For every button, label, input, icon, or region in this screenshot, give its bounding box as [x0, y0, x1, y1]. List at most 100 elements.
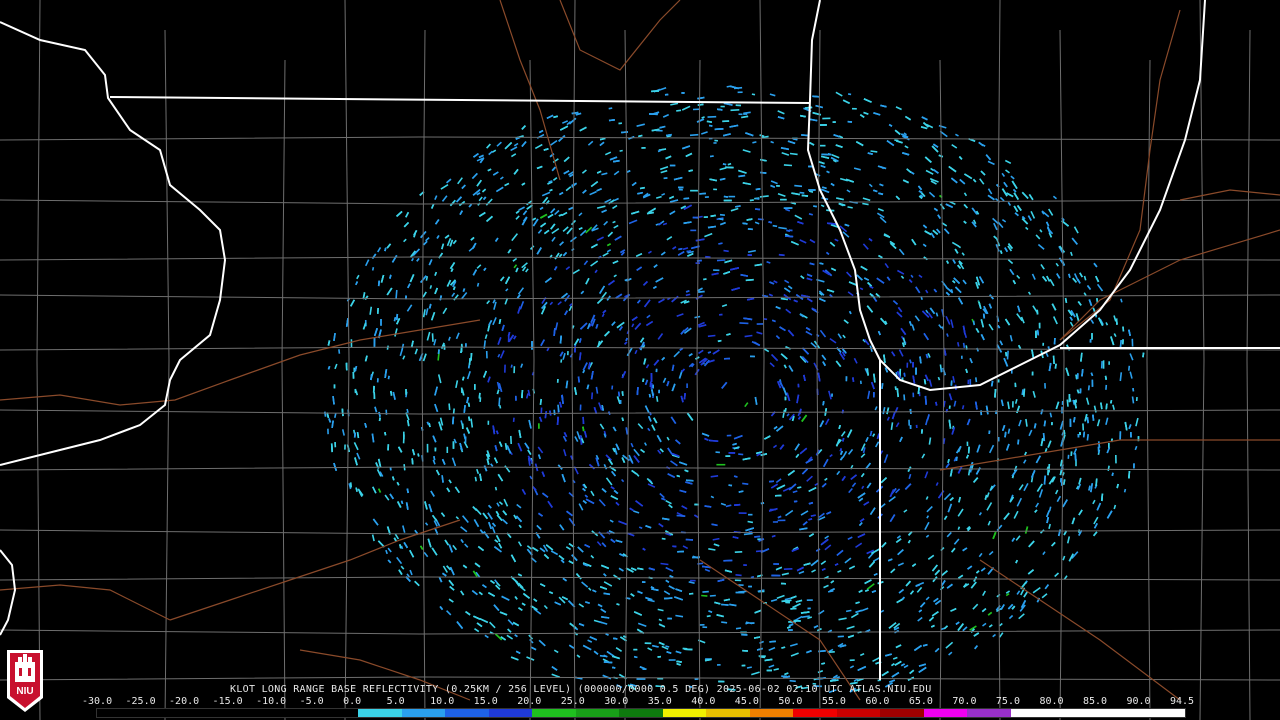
radar-echo	[571, 111, 579, 115]
radar-echo	[612, 159, 620, 163]
radar-echo	[1043, 475, 1046, 485]
radar-echo	[639, 186, 645, 190]
radar-echo	[735, 205, 741, 208]
radar-echo	[439, 295, 443, 301]
radar-echo	[676, 474, 681, 478]
radar-echo	[683, 197, 690, 200]
radar-echo	[822, 400, 825, 406]
radar-echo	[1110, 400, 1113, 404]
radar-echo	[718, 242, 723, 245]
radar-echo	[468, 358, 471, 365]
radar-echo	[621, 417, 624, 422]
radar-echo	[617, 391, 621, 397]
radar-echo	[801, 134, 808, 137]
radar-echo	[870, 150, 878, 153]
radar-echo	[1004, 431, 1007, 438]
radar-echo	[801, 194, 809, 197]
radar-echo	[999, 250, 1003, 254]
radar-echo	[942, 438, 946, 445]
radar-echo	[716, 259, 726, 262]
radar-echo	[437, 349, 440, 355]
radar-echo	[785, 235, 794, 238]
radar-echo	[452, 408, 455, 414]
radar-echo	[638, 134, 643, 138]
radar-echo	[1105, 403, 1108, 410]
radar-echo	[946, 333, 949, 337]
radar-echo	[591, 392, 594, 400]
radar-echo	[721, 621, 728, 624]
radar-echo	[764, 658, 773, 662]
radar-echo	[619, 149, 623, 152]
radar-echo	[962, 342, 966, 349]
radar-echo	[378, 417, 381, 422]
radar-echo	[616, 603, 620, 606]
radar-echo	[753, 636, 761, 639]
radar-echo	[556, 416, 559, 425]
radar-echo	[739, 322, 749, 325]
radar-echo	[548, 180, 553, 183]
radar-echo	[797, 486, 802, 489]
radar-echo	[384, 247, 387, 252]
radar-echo	[1073, 416, 1076, 423]
radar-echo	[738, 453, 744, 456]
radar-echo	[710, 439, 719, 442]
radar-echo	[478, 392, 481, 399]
radar-echo	[1042, 433, 1046, 442]
radar-echo	[819, 262, 824, 265]
radar-echo	[707, 351, 712, 354]
radar-echo	[794, 184, 803, 188]
radar-echo	[660, 562, 669, 566]
radar-echo	[1006, 350, 1009, 360]
radar-echo	[1075, 399, 1078, 403]
radar-echo	[685, 293, 691, 297]
radar-echo	[751, 93, 756, 96]
radar-echo	[1128, 471, 1131, 479]
radar-echo	[1082, 431, 1086, 438]
radar-echo	[982, 313, 986, 319]
radar-echo	[1100, 402, 1103, 410]
radar-echo	[957, 342, 960, 347]
radar-echo	[919, 356, 922, 364]
radar-echo	[909, 359, 912, 364]
radar-echo	[743, 111, 751, 115]
radar-echo	[353, 432, 356, 438]
radar-echo	[789, 679, 796, 683]
radar-echo	[1059, 470, 1063, 476]
radar-echo	[441, 475, 444, 483]
radar-echo	[903, 394, 906, 401]
radar-echo	[1081, 369, 1084, 377]
radar-echo	[467, 364, 471, 369]
radar-echo	[1075, 374, 1078, 380]
radar-echo	[608, 119, 615, 122]
radar-echo	[940, 368, 943, 373]
radar-echo	[744, 334, 753, 338]
radar-echo	[395, 289, 398, 299]
radar-echo	[1088, 485, 1091, 491]
radar-echo	[599, 654, 608, 658]
radar-echo	[334, 413, 337, 418]
radar-echo	[1074, 453, 1077, 462]
radar-echo	[698, 290, 705, 293]
radar-echo	[1033, 423, 1037, 429]
radar-echo	[961, 405, 965, 410]
radar-echo	[330, 443, 333, 453]
radar-echo	[676, 109, 682, 112]
radar-echo	[1080, 352, 1083, 362]
radar-echo	[810, 514, 816, 517]
radar-echo	[792, 137, 798, 141]
radar-echo	[808, 190, 814, 193]
radar-echo	[750, 575, 755, 579]
radar-echo	[498, 319, 502, 324]
radar-echo	[847, 93, 852, 96]
radar-echo	[1022, 392, 1025, 396]
radar-echo	[429, 285, 433, 289]
radar-echo	[1025, 418, 1028, 427]
radar-echo	[733, 475, 738, 478]
radar-echo	[355, 487, 358, 492]
radar-echo	[738, 490, 744, 493]
radar-echo	[689, 133, 699, 137]
radar-echo	[637, 567, 644, 571]
radar-echo	[705, 255, 711, 259]
radar-echo	[800, 114, 806, 118]
radar-echo	[808, 213, 814, 216]
